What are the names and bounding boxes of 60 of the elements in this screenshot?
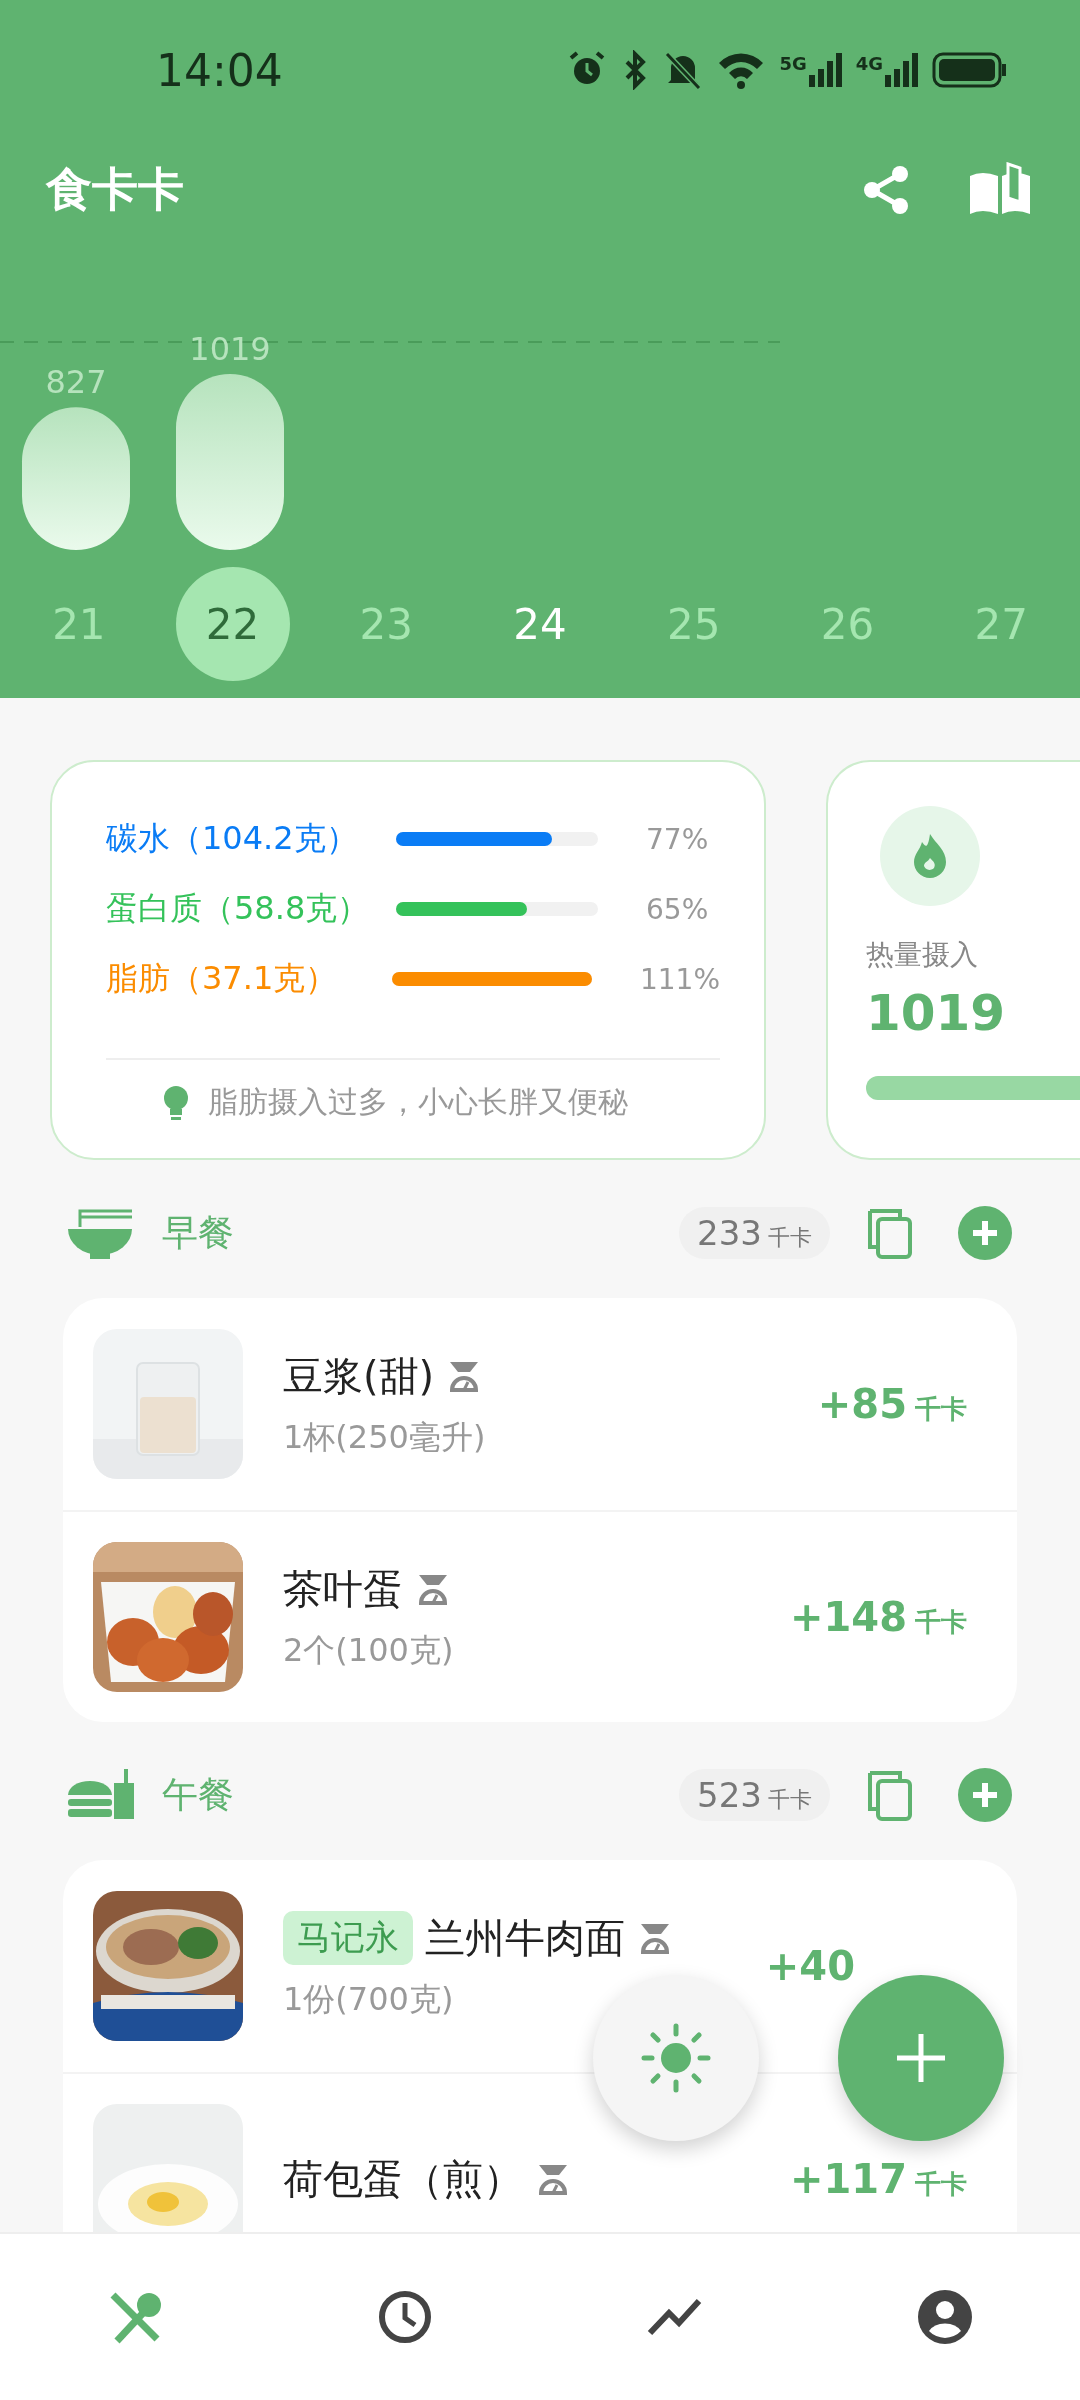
date-button[interactable]: 24	[483, 567, 597, 681]
copy-icon	[866, 1207, 914, 1259]
food-name: 荷包蛋（煎）	[283, 2154, 523, 2204]
date-button[interactable]: 22	[175, 567, 290, 681]
plus-icon	[970, 1780, 1000, 1810]
kcal-total: 233	[697, 1213, 762, 1253]
macro-percent: 65%	[646, 892, 709, 926]
energy-label: 热量摄入	[866, 937, 979, 973]
kcal-unit: 千卡	[768, 1224, 812, 1252]
meal-title: 早餐	[162, 1210, 234, 1255]
kcal-unit: 千卡	[915, 1606, 967, 1639]
bar-value: 1019	[189, 330, 271, 368]
food-row[interactable]: 茶叶蛋 2个(100克) +148 千卡	[63, 1510, 1017, 1722]
food-portion: 1杯(250毫升)	[283, 1416, 486, 1458]
kcal-unit: 千卡	[915, 2168, 967, 2201]
food-kcal: +85	[817, 1381, 907, 1427]
copy-button[interactable]	[866, 1207, 914, 1259]
date-button[interactable]: 25	[636, 567, 751, 681]
bar-value: 827	[45, 363, 107, 402]
plus-icon	[970, 1218, 1000, 1248]
food-portion: 1份(700克)	[283, 1978, 455, 2020]
energy-value: 1019	[866, 984, 1007, 1042]
sun-icon	[641, 2023, 711, 2093]
profile-icon	[917, 2289, 973, 2345]
macro-percent: 77%	[646, 822, 709, 856]
macro-percent: 111%	[639, 962, 720, 996]
food-kcal: +40	[765, 1943, 855, 1989]
kcal-total: 523	[697, 1775, 762, 1815]
kcal-unit: 千卡	[915, 1393, 967, 1426]
date-button[interactable]: 23	[329, 567, 444, 681]
copy-button[interactable]	[866, 1769, 914, 1821]
app-title: 食卡卡	[46, 161, 184, 218]
kcal-unit: 千卡	[768, 1786, 812, 1814]
status-time: 14:04	[156, 44, 283, 96]
clock-icon	[377, 2289, 433, 2345]
food-name: 茶叶蛋	[283, 1564, 403, 1614]
tip-text: 脂肪摄入过多，小心长胖又便秘	[208, 1083, 628, 1121]
food-row[interactable]: 豆浆(甜) 1杯(250毫升) +85 千卡	[63, 1298, 1017, 1510]
copy-icon	[866, 1769, 914, 1821]
signal-icon	[808, 53, 842, 87]
macro-label: 碳水（104.2克）	[106, 818, 359, 859]
battery-icon	[932, 52, 1008, 88]
food-portion: 2个(100克)	[283, 1629, 454, 1671]
food-name: 兰州牛肉面	[425, 1913, 625, 1963]
add-food-button[interactable]	[958, 1768, 1012, 1822]
brand-tag: 马记永	[283, 1911, 413, 1965]
network-label: 5G	[779, 53, 807, 74]
food-kcal: +148	[790, 1594, 907, 1640]
network-label: 4G	[855, 53, 883, 74]
macro-label: 蛋白质（58.8克）	[106, 888, 371, 929]
signal-icon	[885, 53, 918, 87]
food-name: 豆浆(甜)	[283, 1351, 435, 1401]
date-button[interactable]: 26	[790, 567, 905, 681]
date-button[interactable]: 27	[944, 567, 1059, 681]
add-food-button[interactable]	[958, 1206, 1012, 1260]
lightbulb-icon	[162, 1084, 190, 1121]
date-button[interactable]: 21	[21, 567, 136, 681]
meal-title: 午餐	[162, 1772, 234, 1817]
macro-label: 脂肪（37.1克）	[106, 958, 339, 999]
food-kcal: +117	[790, 2156, 907, 2202]
